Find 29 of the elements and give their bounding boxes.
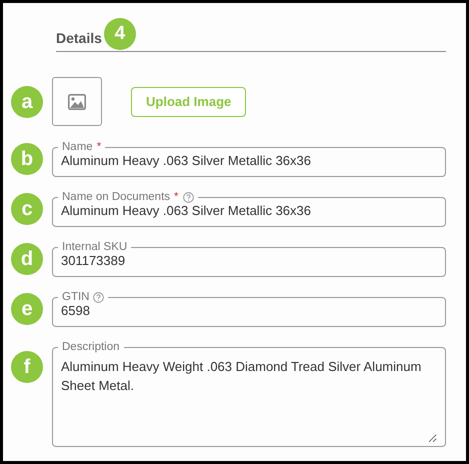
text-field[interactable]: Name on Documents * Aluminum Heavy .063 Silver Metallic 36x36 [52,191,446,227]
text-input[interactable]: Aluminum Heavy .063 Silver Metallic 36x36 [61,203,437,218]
callout-badge: f [11,351,43,383]
field-label: GTIN [62,291,90,303]
callout-badge: a [11,86,43,118]
help-icon[interactable] [93,292,104,302]
text-input[interactable]: Aluminum Heavy .063 Silver Metallic 36x36 [61,153,437,168]
section-title: Details [56,30,102,46]
step-badge: 4 [104,18,136,50]
text-field[interactable]: Internal SKU 301173389 [52,241,446,277]
callout-badge: d [11,243,43,275]
text-input[interactable]: 301173389 [61,253,437,268]
required-asterisk: * [96,141,102,153]
field-label: Description [62,341,120,353]
text-field[interactable]: Name * Aluminum Heavy .063 Silver Metallic 36x36 [52,141,446,177]
image-icon [68,94,86,110]
textarea-field[interactable]: Description Aluminum Heavy Weight .063 Diamond Tread Silver Aluminum Sheet Metal. [52,341,446,447]
callout-badge: e [11,293,43,325]
image-placeholder[interactable] [52,77,102,126]
callout-badge: b [11,143,43,175]
callout-badge: c [11,193,43,225]
text-field[interactable]: GTIN 6598 [52,291,446,327]
help-icon[interactable] [182,192,194,202]
required-asterisk: * [174,191,179,203]
field-label: Name [62,141,93,153]
field-label: Internal SKU [62,241,128,253]
field-label: Name on Documents [62,191,170,203]
textarea-input[interactable]: Aluminum Heavy Weight .063 Diamond Tread Silver Aluminum Sheet Metal. [61,353,437,443]
text-input[interactable]: 6598 [61,303,437,318]
